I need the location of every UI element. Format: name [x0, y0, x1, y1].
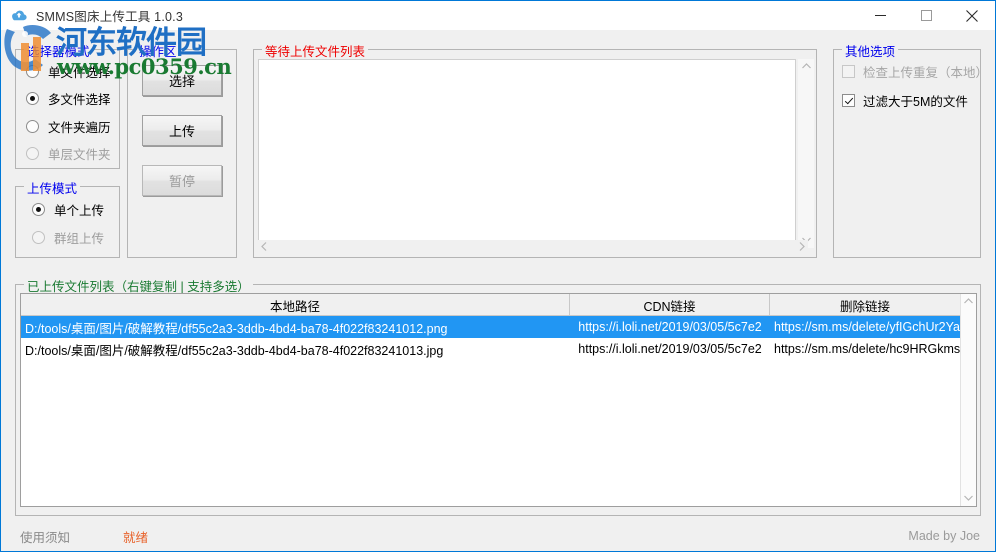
radio-indicator-multi-file	[26, 92, 39, 105]
cell-delete-link: https://sm.ms/delete/hc9HRGkms	[774, 342, 960, 356]
radio-label-group-upload: 群组上传	[54, 232, 105, 246]
table-row[interactable]: D:/tools/桌面/图片/破解教程/df55c2a3-3ddb-4bd4-b…	[21, 338, 976, 360]
application-window: SMMS图床上传工具 1.0.3 选择器模式 单文件选择 多文件选择 文件夹遍历	[0, 0, 996, 552]
upload-button[interactable]: 上传	[142, 115, 222, 146]
cell-cdn-link: https://i.loli.net/2019/03/05/5c7e2	[578, 342, 762, 356]
selector-mode-group: 选择器模式 单文件选择 多文件选择 文件夹遍历 单层文件夹	[15, 41, 120, 169]
usage-notice-link[interactable]: 使用须知	[20, 527, 70, 546]
radio-label-single-layer-folder: 单层文件夹	[48, 148, 111, 162]
scroll-down-icon[interactable]	[961, 491, 976, 506]
radio-indicator-group-upload	[32, 231, 45, 244]
radio-indicator-folder-traverse	[26, 120, 39, 133]
status-state-text: 就绪	[123, 530, 149, 545]
status-bar: 使用须知 就绪 Made by Joe	[2, 521, 995, 551]
operation-area-group: 操作区 选择 上传 暂停	[127, 41, 237, 258]
pending-upload-legend: 等待上传文件列表	[262, 41, 369, 60]
radio-multi-file[interactable]: 多文件选择	[26, 89, 111, 108]
pending-upload-listbox[interactable]	[258, 59, 796, 248]
scroll-up-icon[interactable]	[799, 59, 814, 74]
upload-mode-group: 上传模式 单个上传 群组上传	[15, 178, 120, 258]
maximize-button[interactable]	[903, 1, 949, 30]
radio-label-folder-traverse: 文件夹遍历	[48, 121, 111, 135]
cell-local-path: D:/tools/桌面/图片/破解教程/df55c2a3-3ddb-4bd4-b…	[25, 343, 444, 358]
cell-cdn-link: https://i.loli.net/2019/03/05/5c7e2	[578, 320, 762, 334]
upload-button-label: 上传	[168, 124, 195, 139]
title-bar: SMMS图床上传工具 1.0.3	[1, 1, 995, 30]
operation-area-legend: 操作区	[136, 41, 180, 60]
radio-indicator-single-layer-folder	[26, 147, 39, 160]
radio-single-file[interactable]: 单文件选择	[26, 62, 111, 81]
pending-vertical-scrollbar[interactable]	[798, 59, 814, 248]
checkbox-indicator-check-duplicate	[842, 65, 855, 78]
table-header-row: 本地路径 CDN链接 删除链接	[21, 294, 976, 316]
radio-group-upload: 群组上传	[32, 228, 104, 247]
pending-horizontal-scrollbar[interactable]	[258, 240, 808, 256]
scroll-right-icon[interactable]	[796, 240, 808, 256]
uploaded-files-table[interactable]: 本地路径 CDN链接 删除链接 D:/tools/桌面/图片/破解教程/df55…	[20, 293, 977, 507]
uploaded-table-vertical-scrollbar[interactable]	[960, 294, 976, 506]
select-button-label: 选择	[168, 74, 195, 89]
radio-single-upload[interactable]: 单个上传	[32, 200, 104, 219]
column-header-cdn-link[interactable]: CDN链接	[570, 294, 770, 316]
checkbox-indicator-filter-5m	[842, 94, 855, 107]
checkbox-label-filter-5m: 过滤大于5M的文件	[863, 95, 968, 109]
scroll-up-icon[interactable]	[961, 294, 976, 309]
scroll-left-icon[interactable]	[258, 240, 270, 256]
close-button[interactable]	[949, 1, 995, 30]
other-options-legend: 其他选项	[842, 41, 899, 60]
credit-text: Made by Joe	[908, 529, 980, 543]
checkbox-label-check-duplicate: 检查上传重复（本地）	[863, 66, 989, 80]
radio-label-single-file: 单文件选择	[48, 66, 111, 80]
window-controls	[857, 1, 995, 30]
pending-upload-group: 等待上传文件列表	[253, 41, 817, 258]
column-header-local-path[interactable]: 本地路径	[21, 294, 570, 316]
minimize-button[interactable]	[857, 1, 903, 30]
table-row[interactable]: D:/tools/桌面/图片/破解教程/df55c2a3-3ddb-4bd4-b…	[21, 316, 976, 338]
pause-button-label: 暂停	[168, 174, 195, 189]
other-options-group: 其他选项 检查上传重复（本地） 过滤大于5M的文件	[833, 41, 988, 258]
radio-label-single-upload: 单个上传	[54, 204, 105, 218]
radio-label-multi-file: 多文件选择	[48, 93, 111, 107]
cell-local-path: D:/tools/桌面/图片/破解教程/df55c2a3-3ddb-4bd4-b…	[25, 321, 448, 336]
radio-indicator-single-file	[26, 65, 39, 78]
upload-mode-legend: 上传模式	[24, 178, 81, 197]
uploaded-list-group: 已上传文件列表（右键复制 | 支持多选） 本地路径 CDN链接 删除链接 D:/…	[15, 276, 981, 516]
selector-mode-legend: 选择器模式	[24, 41, 93, 60]
radio-indicator-single-upload	[32, 203, 45, 216]
window-title: SMMS图床上传工具 1.0.3	[36, 10, 183, 24]
pause-button: 暂停	[142, 165, 222, 196]
checkbox-filter-5m[interactable]: 过滤大于5M的文件	[842, 91, 968, 110]
select-button[interactable]: 选择	[142, 65, 222, 96]
column-header-delete-link[interactable]: 删除链接	[770, 294, 960, 316]
cell-delete-link: https://sm.ms/delete/yfIGchUr2Ya	[774, 320, 960, 334]
checkbox-check-duplicate: 检查上传重复（本地）	[842, 62, 988, 81]
radio-single-layer-folder: 单层文件夹	[26, 144, 111, 163]
cloud-upload-icon	[10, 7, 28, 25]
radio-folder-traverse[interactable]: 文件夹遍历	[26, 117, 111, 136]
